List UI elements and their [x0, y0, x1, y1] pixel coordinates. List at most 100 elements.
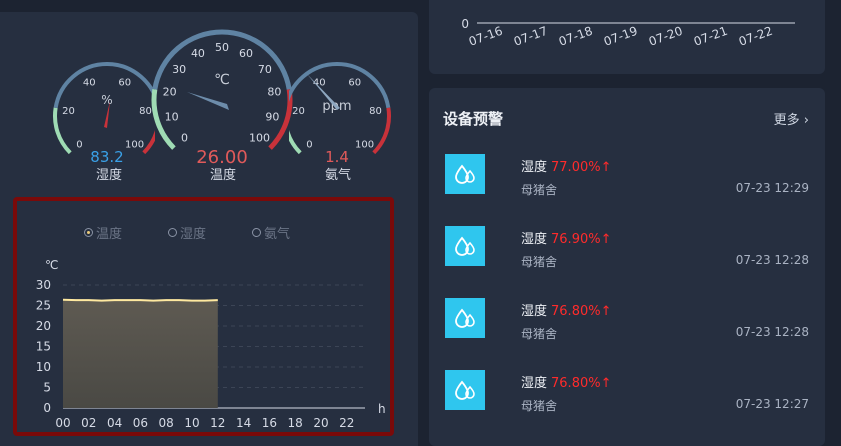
- alert-item[interactable]: 湿度 76.80%↑ 母猪舍 07-23 12:27: [429, 370, 825, 430]
- gauge-tick-label: 60: [239, 47, 253, 60]
- alert-value: 76.80%↑: [551, 376, 612, 391]
- gauge-tick-label: 80: [369, 106, 382, 117]
- gauge-tick-label: 70: [258, 63, 272, 76]
- temperature-unit: ℃: [214, 72, 230, 88]
- alert-location: 母猪舍: [521, 327, 558, 341]
- temperature-line: [62, 298, 218, 302]
- gauge-tick-label: 20: [292, 106, 305, 117]
- y-tick-label: 25: [36, 299, 51, 313]
- alert-value: 77.00%↑: [551, 160, 612, 175]
- x-tick-label: 14: [236, 416, 251, 430]
- y-tick-label: 20: [36, 319, 51, 333]
- alert-location: 母猪舍: [521, 255, 558, 269]
- device-alert-panel: 设备预警 更多 › 湿度 77.00%↑ 母猪舍 07-23 12:29 湿度 76…: [429, 88, 825, 446]
- humidity-unit: %: [101, 93, 112, 107]
- gauge-tick-label: 100: [249, 131, 270, 144]
- gauge-tick-label: 40: [191, 47, 205, 60]
- temperature-title: 温度: [209, 168, 236, 183]
- alert-item[interactable]: 湿度 76.90%↑ 母猪舍 07-23 12:28: [429, 226, 825, 286]
- y-tick-label: 0: [43, 401, 51, 415]
- x-tick-label: 07-17: [512, 24, 550, 49]
- alert-label: 湿度 76.90%↑: [521, 228, 611, 247]
- gauge-tick-label: 20: [62, 106, 75, 117]
- alert-location: 母猪舍: [521, 399, 558, 413]
- humidity-drops-icon: [445, 298, 485, 338]
- x-tick-label: 18: [288, 416, 303, 430]
- y-axis-unit: ℃: [45, 258, 58, 272]
- x-tick-label: 07-20: [647, 24, 685, 49]
- alert-time: 07-23 12:29: [735, 181, 809, 195]
- x-tick-label: 07-19: [602, 24, 640, 49]
- x-axis-unit: h: [378, 402, 386, 416]
- humidity-drops-icon: [445, 154, 485, 194]
- alert-item[interactable]: 湿度 77.00%↑ 母猪舍 07-23 12:29: [429, 154, 825, 214]
- humidity-drops-icon: [445, 226, 485, 266]
- x-tick-label: 00: [55, 416, 70, 430]
- humidity-title: 湿度: [95, 168, 122, 183]
- x-tick-label: 07-22: [737, 24, 775, 49]
- gauge-tick-label: 10: [165, 110, 179, 123]
- y-tick-label: 15: [36, 340, 51, 354]
- temperature-needle-icon: [187, 92, 229, 110]
- ammonia-gauge: 020406080100 ppm 1.4: [289, 62, 391, 164]
- gauge-tick-label: 40: [83, 77, 96, 88]
- alert-metric: 湿度: [521, 232, 548, 247]
- gauge-tick-label: 0: [76, 140, 82, 151]
- alert-value: 76.80%↑: [551, 304, 612, 319]
- alert-time: 07-23 12:28: [735, 325, 809, 339]
- x-tick-label: 07-18: [557, 24, 595, 49]
- y-tick-label: 5: [43, 381, 51, 395]
- daily-chart: 0 07-16 07-17 07-18 07-19 07-20 07-21 07-22: [461, 17, 795, 49]
- ammonia-value: 1.4: [325, 148, 349, 164]
- gauge-tick-label: 90: [265, 110, 279, 123]
- alert-metric: 湿度: [521, 160, 548, 175]
- alert-value: 76.90%↑: [551, 232, 612, 247]
- trend-chart-frame: 温度 湿度 氨气 ℃ h 0 5 10 15 20 25 30 00 02 04 06 08: [13, 197, 394, 436]
- temperature-gauge: 010203040 50 60708090100 ℃ 26.00: [151, 29, 293, 168]
- humidity-gauge: 02040 6080100 % 83.2: [53, 62, 155, 164]
- more-link[interactable]: 更多 ›: [774, 109, 809, 128]
- x-tick-label: 02: [81, 416, 96, 430]
- alert-item[interactable]: 湿度 76.80%↑ 母猪舍 07-23 12:28: [429, 298, 825, 358]
- x-tick-label: 20: [313, 416, 328, 430]
- gauge-tick-label: 0: [181, 131, 188, 144]
- y-tick-label: 0: [461, 17, 469, 31]
- alert-metric: 湿度: [521, 304, 548, 319]
- gauge-tick-label: 0: [306, 140, 312, 151]
- alert-label: 湿度 76.80%↑: [521, 372, 611, 391]
- x-tick-label: 12: [210, 416, 225, 430]
- gauge-tick-label: 30: [172, 63, 186, 76]
- alert-metric: 湿度: [521, 376, 548, 391]
- gauge-tick-label: 60: [348, 77, 361, 88]
- x-tick-label: 22: [339, 416, 354, 430]
- y-tick-label: 30: [36, 278, 51, 292]
- x-tick-label: 04: [107, 416, 122, 430]
- x-tick-label: 08: [159, 416, 174, 430]
- daily-chart-panel: 0 07-16 07-17 07-18 07-19 07-20 07-21 07-22: [429, 0, 825, 74]
- x-tick-label: 06: [133, 416, 148, 430]
- y-tick-label: 10: [36, 360, 51, 374]
- trend-chart: ℃ h 0 5 10 15 20 25 30 00 02 04 06 08 10 12 14 16 18 20 22: [36, 258, 386, 430]
- alert-panel-title: 设备预警: [443, 110, 504, 128]
- x-tick-label: 07-16: [467, 24, 505, 49]
- gauge-tick-label: 60: [118, 77, 131, 88]
- gauge-tick-label: 80: [267, 86, 281, 99]
- humidity-drops-icon: [445, 370, 485, 410]
- more-label: 更多: [773, 113, 800, 128]
- env-monitor-panel: 0 20 40 60 80 100 % 83.2 湿度 0 10 20 30 40 50 60 70 80…: [0, 12, 418, 446]
- x-tick-label: 07-21: [692, 24, 730, 49]
- gauge-tick-label: 100: [125, 140, 144, 151]
- alert-location: 母猪舍: [521, 183, 558, 197]
- temperature-area: [63, 299, 218, 408]
- chevron-right-icon: ›: [803, 113, 809, 128]
- ammonia-title: 氨气: [324, 168, 351, 183]
- x-tick-label: 16: [262, 416, 277, 430]
- gauge-tick-label: 50: [215, 41, 229, 54]
- alert-label: 湿度 77.00%↑: [521, 156, 611, 175]
- alert-time: 07-23 12:27: [735, 397, 809, 411]
- gauge-tick-label: 20: [163, 86, 177, 99]
- gauge-tick-label: 100: [355, 140, 374, 151]
- humidity-value: 83.2: [90, 148, 123, 164]
- alert-label: 湿度 76.80%↑: [521, 300, 611, 319]
- alert-time: 07-23 12:28: [735, 253, 809, 267]
